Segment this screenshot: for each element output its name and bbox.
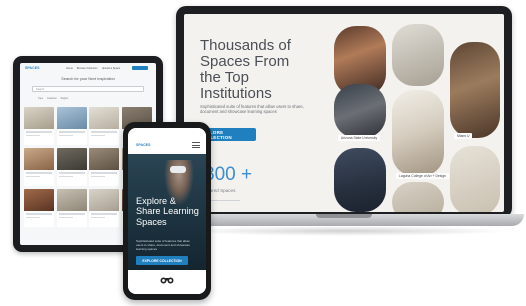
laptop-shadow xyxy=(180,226,510,236)
space-tile-label: Miami U xyxy=(454,133,473,139)
space-tile-lobby[interactable] xyxy=(450,146,500,212)
tablet-nav-item[interactable]: Browse Collection xyxy=(77,67,98,70)
phone-screen: SPACES Explore & Share Learning Spaces S… xyxy=(128,128,206,294)
laptop-screen: Thousands of Spaces From the Top Institu… xyxy=(184,14,504,212)
laptop-notch xyxy=(316,214,372,218)
space-card[interactable] xyxy=(56,107,87,145)
phone-hero-description: Sophisticated suite of features that all… xyxy=(136,239,190,251)
laptop-hero-title: Thousands of Spaces From the Top Institu… xyxy=(200,37,291,102)
space-card[interactable] xyxy=(89,148,120,186)
space-tile-label: Arizona State University xyxy=(338,135,381,141)
tablet-search-input[interactable]: Search xyxy=(32,86,144,92)
space-card[interactable] xyxy=(24,148,54,186)
tablet-filter[interactable]: Type xyxy=(38,97,43,100)
space-card[interactable] xyxy=(89,107,120,145)
space-card[interactable] xyxy=(56,189,87,227)
phone-hero-title: Explore & Share Learning Spaces xyxy=(136,196,199,227)
space-card[interactable] xyxy=(56,148,87,186)
tablet-search-heading: Search for your Next Inspiration xyxy=(61,77,115,81)
space-tile-label: Laguna College of Art + Design xyxy=(396,173,450,179)
phone-hero: Explore & Share Learning Spaces Sophisti… xyxy=(128,154,206,270)
space-tile-lounge[interactable] xyxy=(392,182,444,212)
space-tile-gallery[interactable] xyxy=(392,24,444,86)
laptop-device: Thousands of Spaces From the Top Institu… xyxy=(176,6,512,218)
laptop-hero-description: Sophisticated suite of features that all… xyxy=(200,104,304,115)
binoculars-icon xyxy=(160,275,174,286)
tablet-filter[interactable]: Features xyxy=(47,97,56,100)
vr-headset-image xyxy=(170,166,186,173)
space-tile-auditorium[interactable] xyxy=(334,148,386,212)
tablet-nav-item[interactable]: Upload a Space xyxy=(102,67,120,70)
space-card[interactable] xyxy=(24,107,54,145)
tablet-filters: Type Features Region xyxy=(38,97,68,100)
phone-header: SPACES xyxy=(128,128,206,154)
tablet-nav: Home Browse Collection Upload a Space xyxy=(66,67,120,70)
space-tile-library[interactable] xyxy=(450,42,500,138)
tablet-brand-logo[interactable]: SPACES xyxy=(25,66,40,70)
space-tile-studio[interactable] xyxy=(334,84,386,138)
tablet-nav-item[interactable]: Home xyxy=(66,67,73,70)
laptop-stat-value: 800 + xyxy=(204,164,253,185)
space-card[interactable] xyxy=(24,189,54,227)
phone-explore-collection-button[interactable]: EXPLORE COLLECTION xyxy=(136,256,188,265)
space-tile-classroom[interactable] xyxy=(392,90,444,176)
tablet-nav-button[interactable] xyxy=(132,66,148,70)
phone-brand-logo[interactable]: SPACES xyxy=(136,143,151,147)
tablet-filter[interactable]: Region xyxy=(61,97,69,100)
phone-device: SPACES Explore & Share Learning Spaces S… xyxy=(123,122,211,300)
hamburger-menu-icon[interactable] xyxy=(192,142,200,148)
space-card[interactable] xyxy=(89,189,120,227)
